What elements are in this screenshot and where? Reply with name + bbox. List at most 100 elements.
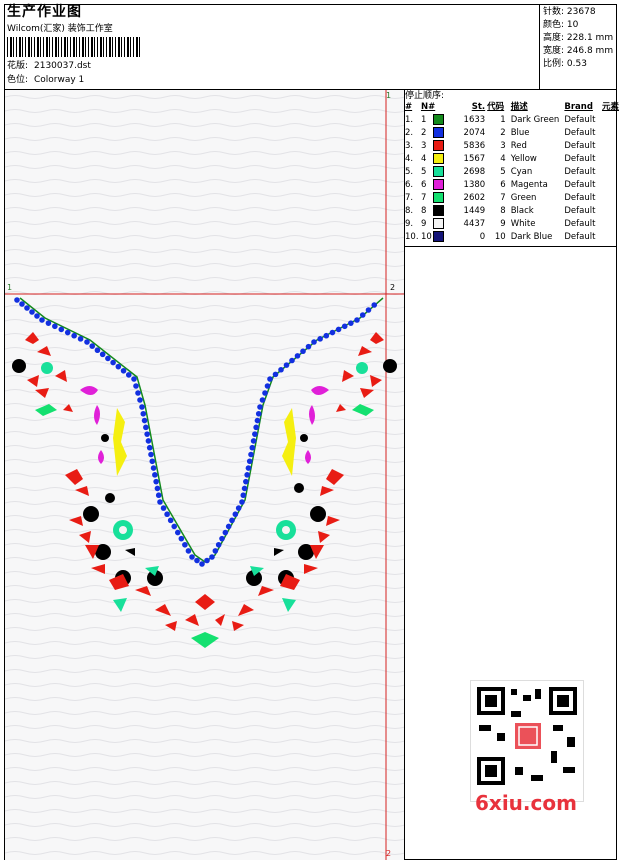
row-element <box>601 217 620 230</box>
stat-colors: 颜色: 10 <box>543 20 579 30</box>
row-stitches: 0 <box>479 231 486 242</box>
row-index: 5. <box>405 166 414 177</box>
col-index: # <box>405 102 413 112</box>
row-stitches: 1380 <box>463 179 486 190</box>
row-code: 3 <box>500 140 506 151</box>
row-needle: 8 <box>420 204 450 217</box>
table-row: 10. 10 0 10 Dark Blue Default <box>404 230 620 243</box>
company-name: Wilcom(汇家) 装饰工作室 <box>7 24 113 34</box>
colorway-label: 色位: <box>7 75 29 85</box>
row-element <box>601 126 620 139</box>
row-needle: 3 <box>420 139 450 152</box>
row-stitches: 4437 <box>463 218 486 229</box>
row-element <box>601 139 620 152</box>
color-swatch <box>432 230 444 242</box>
row-stitches: 2698 <box>463 166 486 177</box>
row-code: 5 <box>500 166 506 177</box>
row-brand: Default <box>564 179 596 190</box>
barcode <box>7 37 140 57</box>
col-element: 元素 <box>601 102 619 112</box>
row-index: 3. <box>405 140 414 151</box>
row-index: 8. <box>405 205 414 216</box>
row-element <box>601 230 620 243</box>
row-needle: 2 <box>420 126 450 139</box>
row-code: 6 <box>500 179 506 190</box>
row-description: Dark Green <box>510 114 560 125</box>
table-row: 3. 3 5836 3 Red Default <box>404 139 620 152</box>
row-needle: 7 <box>420 191 450 204</box>
table-row: 1. 1 1633 1 Dark Green Default <box>404 113 620 126</box>
color-swatch <box>432 204 444 216</box>
row-description: Red <box>510 140 527 151</box>
table-row: 4. 4 1567 4 Yellow Default <box>404 152 620 165</box>
row-brand: Default <box>564 114 596 125</box>
row-needle: 6 <box>420 178 450 191</box>
row-code: 2 <box>500 127 506 138</box>
design-file: 2130037.dst <box>34 61 91 71</box>
row-needle: 4 <box>420 152 450 165</box>
table-header: # N# St. 代码 描述 Brand 元素 <box>404 101 620 113</box>
row-index: 4. <box>405 153 414 164</box>
row-element <box>601 152 620 165</box>
stats-divider <box>539 4 540 89</box>
row-stitches: 1449 <box>463 205 486 216</box>
row-description: Magenta <box>510 179 548 190</box>
row-description: Dark Blue <box>510 231 553 242</box>
row-element <box>601 178 620 191</box>
row-index: 1. <box>405 114 414 125</box>
watermark: 6xiu.com <box>475 791 577 815</box>
table-row: 2. 2 2074 2 Blue Default <box>404 126 620 139</box>
row-needle: 1 <box>420 113 450 126</box>
row-stitches: 1633 <box>463 114 486 125</box>
row-code: 10 <box>494 231 506 242</box>
table-row: 6. 6 1380 6 Magenta Default <box>404 178 620 191</box>
row-description: Black <box>510 205 534 216</box>
row-stitches: 2074 <box>463 127 486 138</box>
marker-1-top: 1 <box>386 91 391 100</box>
row-index: 7. <box>405 192 414 203</box>
row-brand: Default <box>564 205 596 216</box>
row-brand: Default <box>564 192 596 203</box>
row-index: 2. <box>405 127 414 138</box>
row-needle: 9 <box>420 217 450 230</box>
row-stitches: 2602 <box>463 192 486 203</box>
row-code: 9 <box>500 218 506 229</box>
row-stitches: 5836 <box>463 140 486 151</box>
row-element <box>601 113 620 126</box>
row-stitches: 1567 <box>463 153 486 164</box>
row-index: 6. <box>405 179 414 190</box>
color-swatch <box>432 191 444 203</box>
marker-1: 1 <box>7 283 12 292</box>
row-index: 10. <box>405 231 419 242</box>
row-needle: 10 <box>420 230 450 243</box>
stat-stitches: 针数: 23678 <box>543 7 596 17</box>
page-title: 生产作业图 <box>7 4 82 20</box>
color-swatch <box>432 139 444 151</box>
table-divider <box>404 246 617 247</box>
design-preview: 1 2 1 2 <box>5 90 404 860</box>
embroidery-design: 1 2 1 2 <box>5 90 404 860</box>
table-row: 7. 7 2602 7 Green Default <box>404 191 620 204</box>
row-brand: Default <box>564 231 596 242</box>
color-swatch <box>432 152 444 164</box>
col-stitches: St. <box>471 102 486 112</box>
row-code: 7 <box>500 192 506 203</box>
row-brand: Default <box>564 166 596 177</box>
marker-2-top: 2 <box>390 283 395 292</box>
color-table: # N# St. 代码 描述 Brand 元素 1. 1 1633 1 Dark Gre… <box>404 101 620 243</box>
col-code: 代码 <box>487 102 505 112</box>
stop-sequence-title: 停止顺序: <box>405 91 445 101</box>
row-description: White <box>510 218 536 229</box>
row-code: 4 <box>500 153 506 164</box>
color-swatch <box>432 217 444 229</box>
marker-2-bottom: 2 <box>386 849 391 858</box>
row-brand: Default <box>564 127 596 138</box>
color-swatch <box>432 165 444 177</box>
row-description: Yellow <box>510 153 537 164</box>
stat-width: 宽度: 246.8 mm <box>543 46 614 56</box>
row-code: 1 <box>500 114 506 125</box>
row-element <box>601 165 620 178</box>
row-brand: Default <box>564 153 596 164</box>
col-needle: N# <box>420 102 436 112</box>
col-description: 描述 <box>510 102 528 112</box>
